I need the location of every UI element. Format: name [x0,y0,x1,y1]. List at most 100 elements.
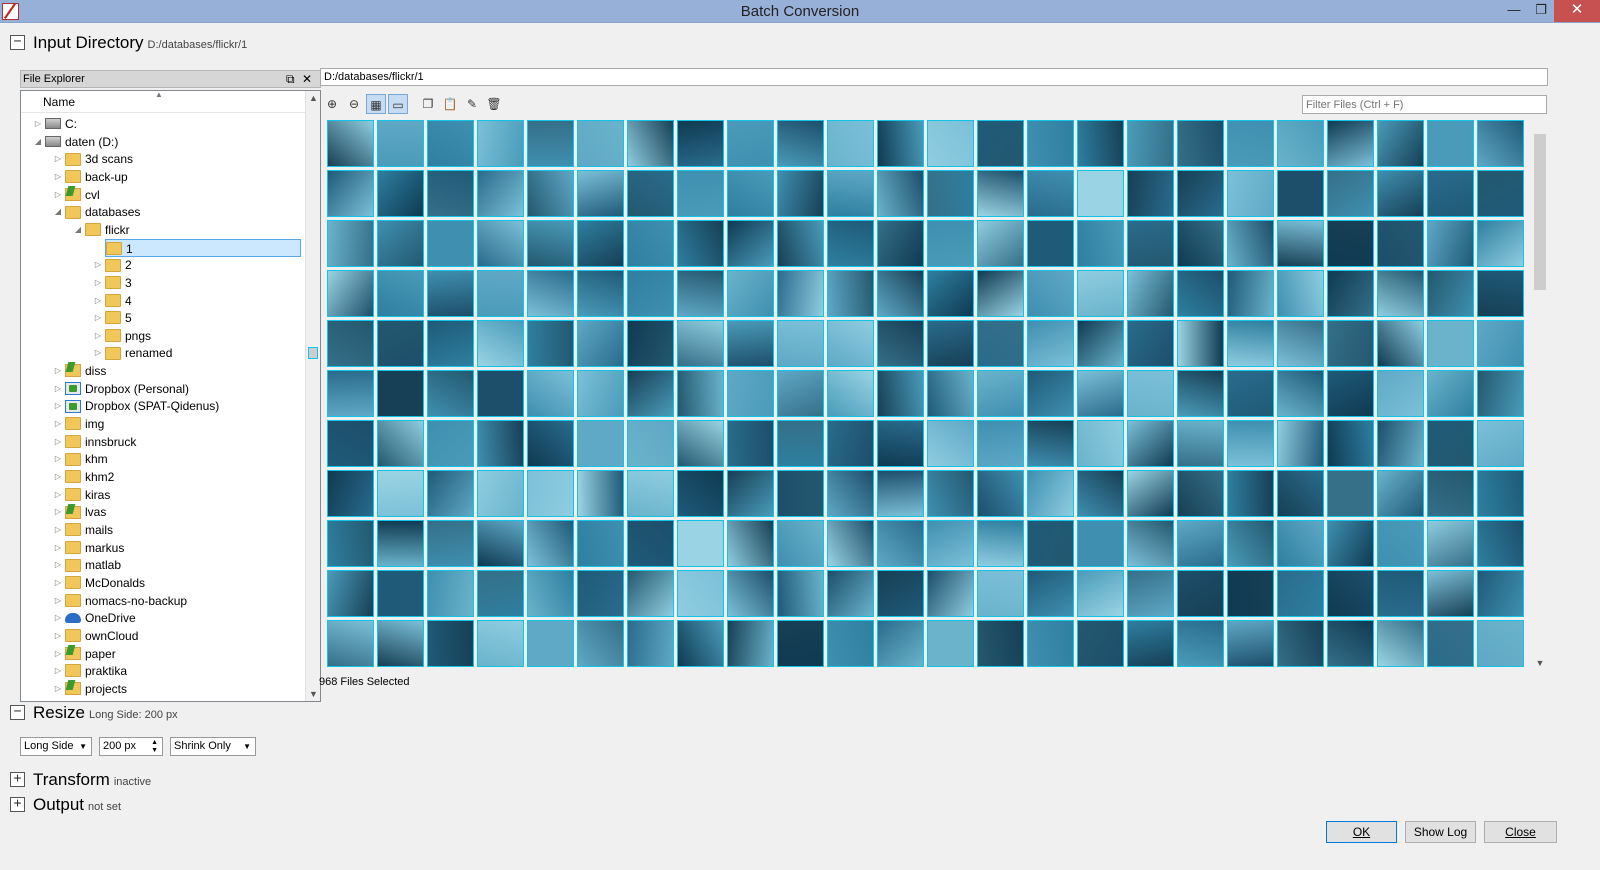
thumbnail[interactable] [527,370,574,417]
tree-item[interactable]: ▷ 3 [91,274,132,292]
thumbnail[interactable] [1027,320,1074,367]
thumbnail[interactable] [977,370,1024,417]
grid-view-icon[interactable]: ▦ [366,94,386,114]
thumbnail[interactable] [827,470,874,517]
rename-icon[interactable]: ✎ [462,94,482,114]
expand-arrow-icon[interactable]: ▷ [91,344,105,362]
thumbnail[interactable] [727,420,774,467]
thumbnail[interactable] [777,570,824,617]
thumbnail[interactable] [377,420,424,467]
thumbnail[interactable] [1127,420,1174,467]
collapse-arrow-icon[interactable]: ◢ [71,221,85,239]
thumbnail[interactable] [1377,320,1424,367]
thumbnail[interactable] [1227,520,1274,567]
thumbnail[interactable] [1477,470,1524,517]
thumbnail[interactable] [827,370,874,417]
thumbnail[interactable] [627,620,674,667]
scroll-down-icon[interactable]: ▼ [306,689,320,699]
expand-arrow-icon[interactable]: ▷ [91,292,105,310]
thumbnail[interactable] [877,220,924,267]
collapse-arrow-icon[interactable]: ◢ [51,203,65,221]
thumbnail[interactable] [827,270,874,317]
thumbnail[interactable] [777,320,824,367]
thumbnail[interactable] [777,470,824,517]
thumbnail[interactable] [627,470,674,517]
thumbnail[interactable] [527,620,574,667]
thumbnail[interactable] [977,320,1024,367]
thumbnail[interactable] [1077,120,1124,167]
thumbnail[interactable] [1327,370,1374,417]
thumbnail[interactable] [377,270,424,317]
tree-item[interactable]: ◢ flickr [71,221,130,239]
close-panel-icon[interactable]: ✕ [302,71,312,87]
thumbnail[interactable] [1377,220,1424,267]
thumbnail[interactable] [527,520,574,567]
thumbnail[interactable] [577,620,624,667]
thumbnail[interactable] [777,620,824,667]
tree-item[interactable]: ▷ projects [51,680,127,698]
thumbnail[interactable] [727,370,774,417]
thumbnail[interactable] [927,620,974,667]
thumbnail[interactable] [1477,370,1524,417]
tree-item[interactable]: ▷ 4 [91,292,132,310]
tree-item[interactable]: ▷ McDonalds [51,574,145,592]
thumbnail[interactable] [1427,420,1474,467]
thumbnail[interactable] [1077,570,1124,617]
tree-column-header[interactable]: ▲ Name [21,91,306,113]
thumbnail[interactable] [977,170,1024,217]
single-view-icon[interactable]: ▭ [388,94,408,114]
thumbnail[interactable] [827,170,874,217]
thumbnail[interactable] [1177,220,1224,267]
thumbnail[interactable] [877,270,924,317]
thumbnail[interactable] [527,570,574,617]
thumbnail[interactable] [427,370,474,417]
thumbnail[interactable] [1127,120,1174,167]
tree-item[interactable]: ▷ diss [51,362,106,380]
thumbnail[interactable] [1177,320,1224,367]
thumbnail[interactable] [1177,170,1224,217]
thumbnail[interactable] [1427,370,1474,417]
thumbnail[interactable] [727,520,774,567]
collapse-input-button[interactable]: − [10,35,25,50]
thumbnail[interactable] [1477,220,1524,267]
thumbnail[interactable] [977,620,1024,667]
thumbnail[interactable] [777,170,824,217]
thumbnail[interactable] [1177,270,1224,317]
thumbnail[interactable] [1427,120,1474,167]
thumbnail[interactable] [727,170,774,217]
thumbnail[interactable] [327,220,374,267]
thumbnail[interactable] [627,220,674,267]
thumbnail[interactable] [1377,520,1424,567]
thumbnail[interactable] [1027,620,1074,667]
thumbnail[interactable] [1177,570,1224,617]
thumbnail[interactable] [1177,120,1224,167]
thumbnail[interactable] [1427,570,1474,617]
thumbnail[interactable] [1277,120,1324,167]
thumbnail[interactable] [477,120,524,167]
thumbnail[interactable] [927,420,974,467]
thumbnail[interactable] [1377,470,1424,517]
thumbnail[interactable] [527,270,574,317]
expand-arrow-icon[interactable]: ▷ [91,274,105,292]
tree-item[interactable]: ▷ cvl [51,186,100,204]
close-button[interactable]: Close [1484,821,1557,843]
tree-item[interactable]: ▷ lvas [51,503,106,521]
tree-item[interactable]: ▷ paper [51,645,116,663]
thumbnail[interactable] [427,320,474,367]
tree-item[interactable]: ▷ Dropbox (SPAT-Qidenus) [51,397,219,415]
expand-arrow-icon[interactable]: ▷ [51,645,65,663]
expand-arrow-icon[interactable]: ▷ [51,609,65,627]
tree-item[interactable]: ▷ back-up [51,168,128,186]
thumbnail[interactable] [477,620,524,667]
collapse-arrow-icon[interactable]: ◢ [31,133,45,151]
tree-item[interactable]: ▷ praktika [51,662,127,680]
thumbnail[interactable] [727,320,774,367]
thumbnail[interactable] [1277,370,1324,417]
grid-scroll-down-icon[interactable]: ▼ [1532,658,1548,668]
thumbnail[interactable] [427,120,474,167]
thumbnail[interactable] [927,470,974,517]
thumbnail[interactable] [477,270,524,317]
expand-arrow-icon[interactable]: ▷ [51,468,65,486]
minimize-button[interactable]: — [1500,0,1528,22]
thumbnail[interactable] [1427,220,1474,267]
